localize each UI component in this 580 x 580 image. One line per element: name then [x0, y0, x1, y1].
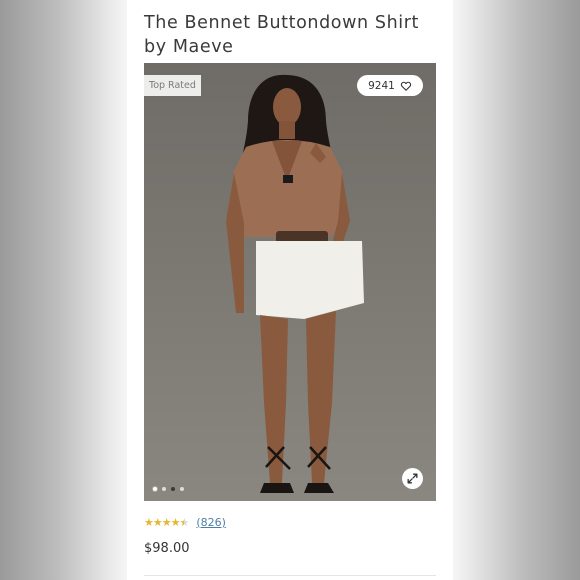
gallery-dot-4[interactable] — [180, 487, 184, 491]
model-photo — [144, 63, 436, 501]
gallery-dot-3[interactable] — [171, 487, 175, 491]
product-price: $98.00 — [144, 541, 190, 556]
gallery-dot-2[interactable] — [162, 487, 166, 491]
gallery-dots — [153, 487, 184, 491]
star-rating: ★★★★★ — [144, 515, 189, 529]
heart-icon — [400, 81, 411, 91]
divider — [144, 575, 436, 576]
expand-button[interactable] — [402, 468, 423, 489]
gallery-dot-1[interactable] — [153, 487, 157, 491]
top-rated-badge: Top Rated — [144, 75, 201, 96]
review-count-link[interactable]: (826) — [196, 516, 226, 529]
like-count: 9241 — [368, 79, 395, 92]
product-card: The Bennet Buttondown Shirt by Maeve Top… — [127, 0, 453, 580]
product-image[interactable]: Top Rated 9241 — [144, 63, 436, 501]
product-title: The Bennet Buttondown Shirt by Maeve — [144, 13, 419, 57]
rating-row: ★★★★★ (826) — [144, 514, 226, 530]
expand-icon — [407, 473, 418, 484]
like-button[interactable]: 9241 — [357, 75, 423, 96]
